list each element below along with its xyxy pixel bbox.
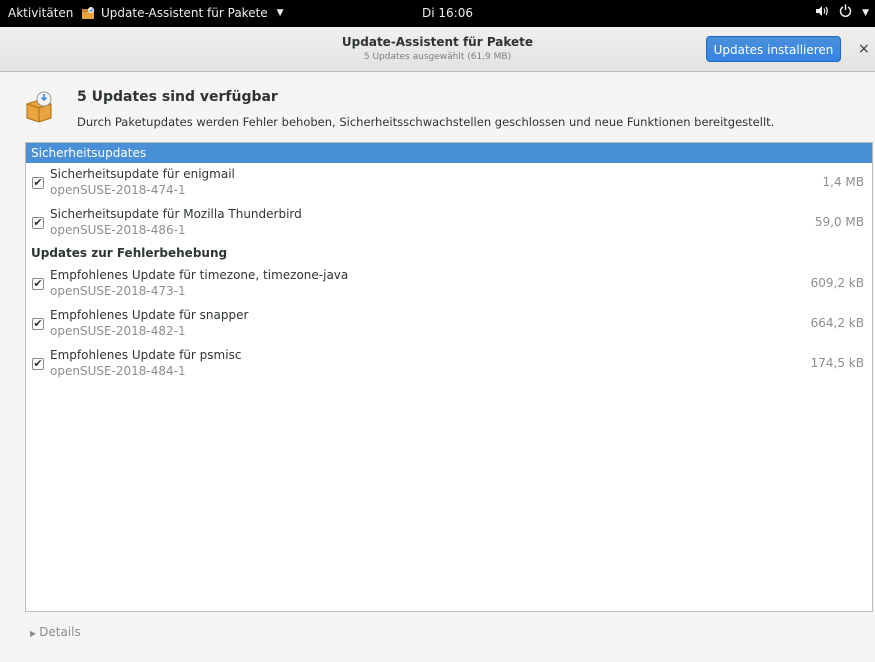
- update-size: 609,2 kB: [810, 276, 864, 290]
- volume-icon: [815, 5, 829, 21]
- list-item[interactable]: ✔ Empfohlenes Update für timezone, timez…: [26, 266, 872, 302]
- details-expander[interactable]: ▶ Details: [30, 625, 81, 639]
- details-label: Details: [39, 625, 81, 639]
- top-bar: Aktivitäten Update-Assistent für Pakete …: [0, 0, 875, 27]
- chevron-down-icon: ▼: [276, 8, 284, 18]
- update-package: openSUSE-2018-482-1: [50, 324, 186, 338]
- update-package: openSUSE-2018-473-1: [50, 284, 186, 298]
- updates-description: Durch Paketupdates werden Fehler behoben…: [77, 115, 775, 129]
- close-icon[interactable]: ×: [858, 41, 870, 57]
- update-size: 1,4 MB: [822, 175, 864, 189]
- install-updates-button[interactable]: Updates installieren: [706, 36, 841, 62]
- update-checkbox[interactable]: ✔: [32, 278, 44, 290]
- update-package: openSUSE-2018-474-1: [50, 183, 186, 197]
- list-item[interactable]: ✔ Sicherheitsupdate für enigmail openSUS…: [26, 165, 872, 201]
- update-package: openSUSE-2018-486-1: [50, 223, 186, 237]
- chevron-down-icon: ▼: [862, 7, 869, 18]
- update-name: Empfohlenes Update für snapper: [50, 308, 249, 322]
- package-updater-icon: [22, 90, 56, 124]
- update-package: openSUSE-2018-484-1: [50, 364, 186, 378]
- list-item[interactable]: ✔ Empfohlenes Update für psmisc openSUSE…: [26, 346, 872, 382]
- updates-available-heading: 5 Updates sind verfügbar: [77, 89, 278, 105]
- update-size: 664,2 kB: [810, 316, 864, 330]
- category-bugfix-updates: Updates zur Fehlerbehebung: [31, 246, 228, 260]
- system-menu[interactable]: ▼: [815, 4, 869, 21]
- update-name: Sicherheitsupdate für enigmail: [50, 167, 235, 181]
- activities-button[interactable]: Aktivitäten: [8, 6, 73, 20]
- list-item[interactable]: ✔ Empfohlenes Update für snapper openSUS…: [26, 306, 872, 342]
- update-size: 59,0 MB: [814, 215, 864, 229]
- update-checkbox[interactable]: ✔: [32, 177, 44, 189]
- app-menu-label: Update-Assistent für Pakete: [101, 6, 268, 20]
- update-checkbox[interactable]: ✔: [32, 318, 44, 330]
- update-name: Empfohlenes Update für timezone, timezon…: [50, 268, 349, 282]
- power-icon: [839, 4, 852, 21]
- list-item[interactable]: ✔ Sicherheitsupdate für Mozilla Thunderb…: [26, 205, 872, 241]
- category-security-updates[interactable]: Sicherheitsupdates: [26, 143, 872, 163]
- update-list[interactable]: Sicherheitsupdates ✔ Sicherheitsupdate f…: [25, 142, 873, 612]
- update-name: Empfohlenes Update für psmisc: [50, 348, 242, 362]
- clock[interactable]: Di 16:06: [422, 6, 473, 20]
- update-size: 174,5 kB: [810, 356, 864, 370]
- update-checkbox[interactable]: ✔: [32, 217, 44, 229]
- update-name: Sicherheitsupdate für Mozilla Thunderbir…: [50, 207, 302, 221]
- chevron-right-icon: ▶: [30, 629, 37, 638]
- package-updater-app-icon: [80, 5, 96, 21]
- app-menu[interactable]: Update-Assistent für Pakete ▼: [80, 5, 284, 21]
- header-bar: Update-Assistent für Pakete 5 Updates au…: [0, 27, 875, 72]
- update-checkbox[interactable]: ✔: [32, 358, 44, 370]
